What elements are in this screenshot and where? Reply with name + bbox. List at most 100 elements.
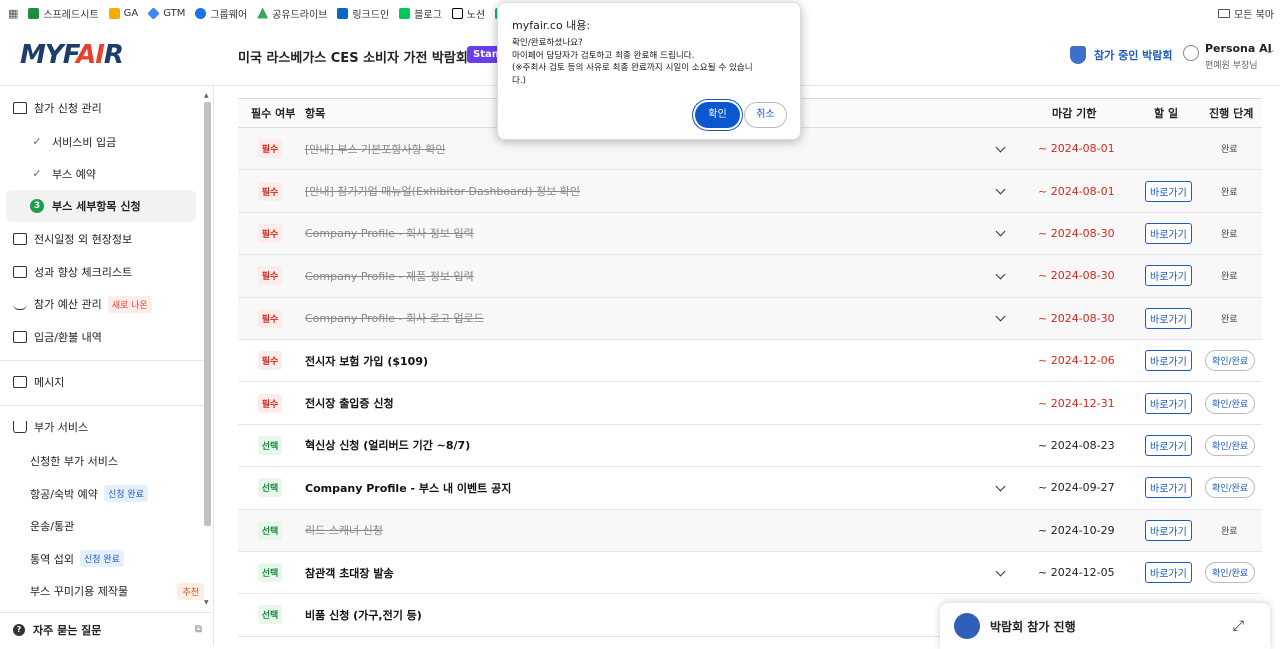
confirm-complete-button[interactable]: 확인/완료 xyxy=(1205,434,1256,456)
required-badge: 필수 xyxy=(258,393,282,413)
status-badge: 신청 완료 xyxy=(103,485,148,502)
groupware-icon xyxy=(195,7,207,19)
go-button[interactable]: 바로가기 xyxy=(1145,307,1192,329)
table-row: 선택 혁신상 신청 (얼리버드 기간 ~8/7) ~ 2024-08-23 바로가기 확… xyxy=(238,425,1262,468)
chevron-down-icon[interactable] xyxy=(996,271,1006,281)
stage-status: 완료 xyxy=(1221,187,1238,198)
user-name: Persona AI xyxy=(1205,42,1272,55)
sidebar-svc-flight-hotel[interactable]: 항공/숙박 예약 신청 완료 xyxy=(30,485,148,502)
bookmark-notion[interactable]: 노션 xyxy=(451,6,485,21)
shield-icon xyxy=(1070,46,1086,64)
sidebar-sub-booth-details[interactable]: 3 부스 세부항목 신청 xyxy=(6,190,196,222)
sidebar-sub-service-payment[interactable]: ✓ 서비스비 입금 xyxy=(6,126,196,158)
go-button[interactable]: 바로가기 xyxy=(1145,477,1192,499)
stage-status: 완료 xyxy=(1221,229,1238,240)
chevron-down-icon[interactable] xyxy=(996,186,1006,196)
confirm-complete-button[interactable]: 확인/완료 xyxy=(1205,350,1256,372)
go-button[interactable]: 바로가기 xyxy=(1145,180,1192,202)
chevron-down-icon[interactable] xyxy=(996,144,1006,154)
go-button[interactable]: 바로가기 xyxy=(1145,519,1192,541)
deadline-date: ~ 2024-08-01 xyxy=(1038,184,1115,198)
item-label: 전시장 출입증 신청 xyxy=(305,397,394,411)
chevron-down-icon[interactable] xyxy=(996,313,1006,323)
item-label: Company Profile - 회사 정보 입력 xyxy=(305,227,474,241)
go-button[interactable]: 바로가기 xyxy=(1145,265,1192,287)
linkedin-icon xyxy=(337,7,349,19)
required-badge: 선택 xyxy=(258,605,282,625)
stage-status: 완료 xyxy=(1221,314,1238,325)
go-button[interactable]: 바로가기 xyxy=(1145,434,1192,456)
stage-status: 완료 xyxy=(1221,526,1238,537)
scrollbar-thumb[interactable] xyxy=(204,102,211,526)
deadline-date: ~ 2024-12-05 xyxy=(1038,566,1115,580)
stage-status: 완료 xyxy=(1221,145,1238,156)
table-row: 선택 Company Profile - 부스 내 이벤트 공지 ~ 2024-09… xyxy=(238,467,1262,510)
confirm-complete-button[interactable]: 확인/완료 xyxy=(1205,562,1256,584)
deadline-date: ~ 2024-08-01 xyxy=(1038,142,1115,156)
sidebar-item-payments[interactable]: 입금/환불 내역 xyxy=(0,327,204,347)
required-badge: 선택 xyxy=(258,520,282,540)
dialog-ok-button[interactable]: 확인 xyxy=(695,102,740,128)
myfair-logo[interactable]: MYFAIR xyxy=(20,40,124,70)
sidebar-item-extra-services[interactable]: 부가 서비스 xyxy=(0,417,204,437)
chevron-down-icon: ﹀ xyxy=(1265,51,1275,61)
sidebar-item-messages[interactable]: 메시지 xyxy=(0,372,204,392)
item-label: Company Profile - 제품 정보 입력 xyxy=(305,269,474,283)
bookmark-sheets[interactable]: 스프레드시트 xyxy=(28,6,99,21)
mail-icon xyxy=(13,376,27,388)
required-badge: 필수 xyxy=(258,351,282,371)
tag-manager-icon xyxy=(147,6,160,20)
item-label: Company Profile - 부스 내 이벤트 공지 xyxy=(305,481,512,495)
required-badge: 선택 xyxy=(258,435,282,455)
chevron-down-icon[interactable] xyxy=(996,483,1006,493)
bookmark-groupware[interactable]: 그룹웨어 xyxy=(195,6,247,21)
table-row: 필수 [안내] 참가기업 매뉴얼(Exhibitor Dashboard) 정보 … xyxy=(238,170,1262,213)
table-row: 필수 Company Profile - 제품 정보 입력 ~ 2024-08-30… xyxy=(238,255,1262,298)
chevron-down-icon[interactable] xyxy=(996,568,1006,578)
bookmark-linkedin[interactable]: 링크드인 xyxy=(337,6,389,21)
deadline-date: ~ 2024-08-23 xyxy=(1038,438,1115,452)
expand-icon[interactable]: ⤢ xyxy=(1233,618,1244,634)
sidebar-item-budget[interactable]: 참가 예산 관리 새로 나온 xyxy=(0,294,204,314)
sidebar-item-participation[interactable]: 참가 신청 관리 xyxy=(0,98,204,118)
go-button[interactable]: 바로가기 xyxy=(1145,562,1192,584)
apps-grid-icon[interactable]: ▦ xyxy=(8,7,18,20)
expo-progress-panel[interactable]: 박람회 참가 진행 ⤢ xyxy=(940,603,1270,649)
bookmark-drive[interactable]: 공유드라이브 xyxy=(257,6,327,21)
required-badge: 필수 xyxy=(258,181,282,201)
item-label: 참관객 초대장 발송 xyxy=(305,566,394,580)
dialog-cancel-button[interactable]: 취소 xyxy=(744,102,787,128)
all-bookmarks[interactable]: 모든 북마 xyxy=(1218,0,1280,26)
deadline-date: ~ 2024-08-30 xyxy=(1038,311,1115,325)
bookmark-blog[interactable]: 블로그 xyxy=(399,6,442,21)
required-badge: 선택 xyxy=(258,478,282,498)
joining-expo-button[interactable]: 참가 중인 박람회 xyxy=(1070,46,1173,64)
check-icon: ✓ xyxy=(32,167,42,180)
chevron-down-icon[interactable] xyxy=(996,228,1006,238)
go-button[interactable]: 바로가기 xyxy=(1145,392,1192,414)
faq-link[interactable]: ? 자주 묻는 질문 ⧉ xyxy=(0,612,214,646)
sidebar-item-checklist[interactable]: 성과 향상 체크리스트 xyxy=(0,262,204,282)
sidebar-svc-applied[interactable]: 신청한 부가 서비스 xyxy=(30,453,118,469)
sidebar-svc-shipping[interactable]: 운송/통관 xyxy=(30,518,74,534)
user-menu[interactable]: Persona AI 편예원 부장님 ﹀ xyxy=(1183,42,1275,71)
item-label: [안내] 참가기업 매뉴얼(Exhibitor Dashboard) 정보 확인 xyxy=(305,185,580,199)
avatar-icon xyxy=(1183,45,1199,61)
scroll-down-icon[interactable]: ▼ xyxy=(204,599,209,606)
recommend-badge: 추천 xyxy=(177,582,204,600)
sidebar-item-schedule[interactable]: 전시일정 외 현장정보 xyxy=(0,229,204,249)
bookmark-ga[interactable]: GA xyxy=(108,7,138,19)
go-button[interactable]: 바로가기 xyxy=(1145,222,1192,244)
sidebar-svc-interpreter[interactable]: 통역 섭외 신청 완료 xyxy=(30,550,124,567)
confirm-complete-button[interactable]: 확인/완료 xyxy=(1205,477,1256,499)
bookmark-gtm[interactable]: GTM xyxy=(147,6,185,20)
confirm-complete-button[interactable]: 확인/완료 xyxy=(1205,392,1256,414)
cart-icon xyxy=(13,421,27,433)
go-button[interactable]: 바로가기 xyxy=(1145,350,1192,372)
scroll-up-icon[interactable]: ▲ xyxy=(204,92,209,99)
sidebar-sub-booth-reservation[interactable]: ✓ 부스 예약 xyxy=(6,158,196,190)
required-badge: 선택 xyxy=(258,563,282,583)
sidebar-svc-booth-decor[interactable]: 부스 꾸미기용 제작물 추천 xyxy=(30,582,204,600)
table-row: 필수 전시자 보험 가입 ($109) ~ 2024-12-06 바로가기 확인/완료 xyxy=(238,340,1262,383)
sidebar-scrollbar[interactable]: ▲ ▼ xyxy=(203,92,212,606)
